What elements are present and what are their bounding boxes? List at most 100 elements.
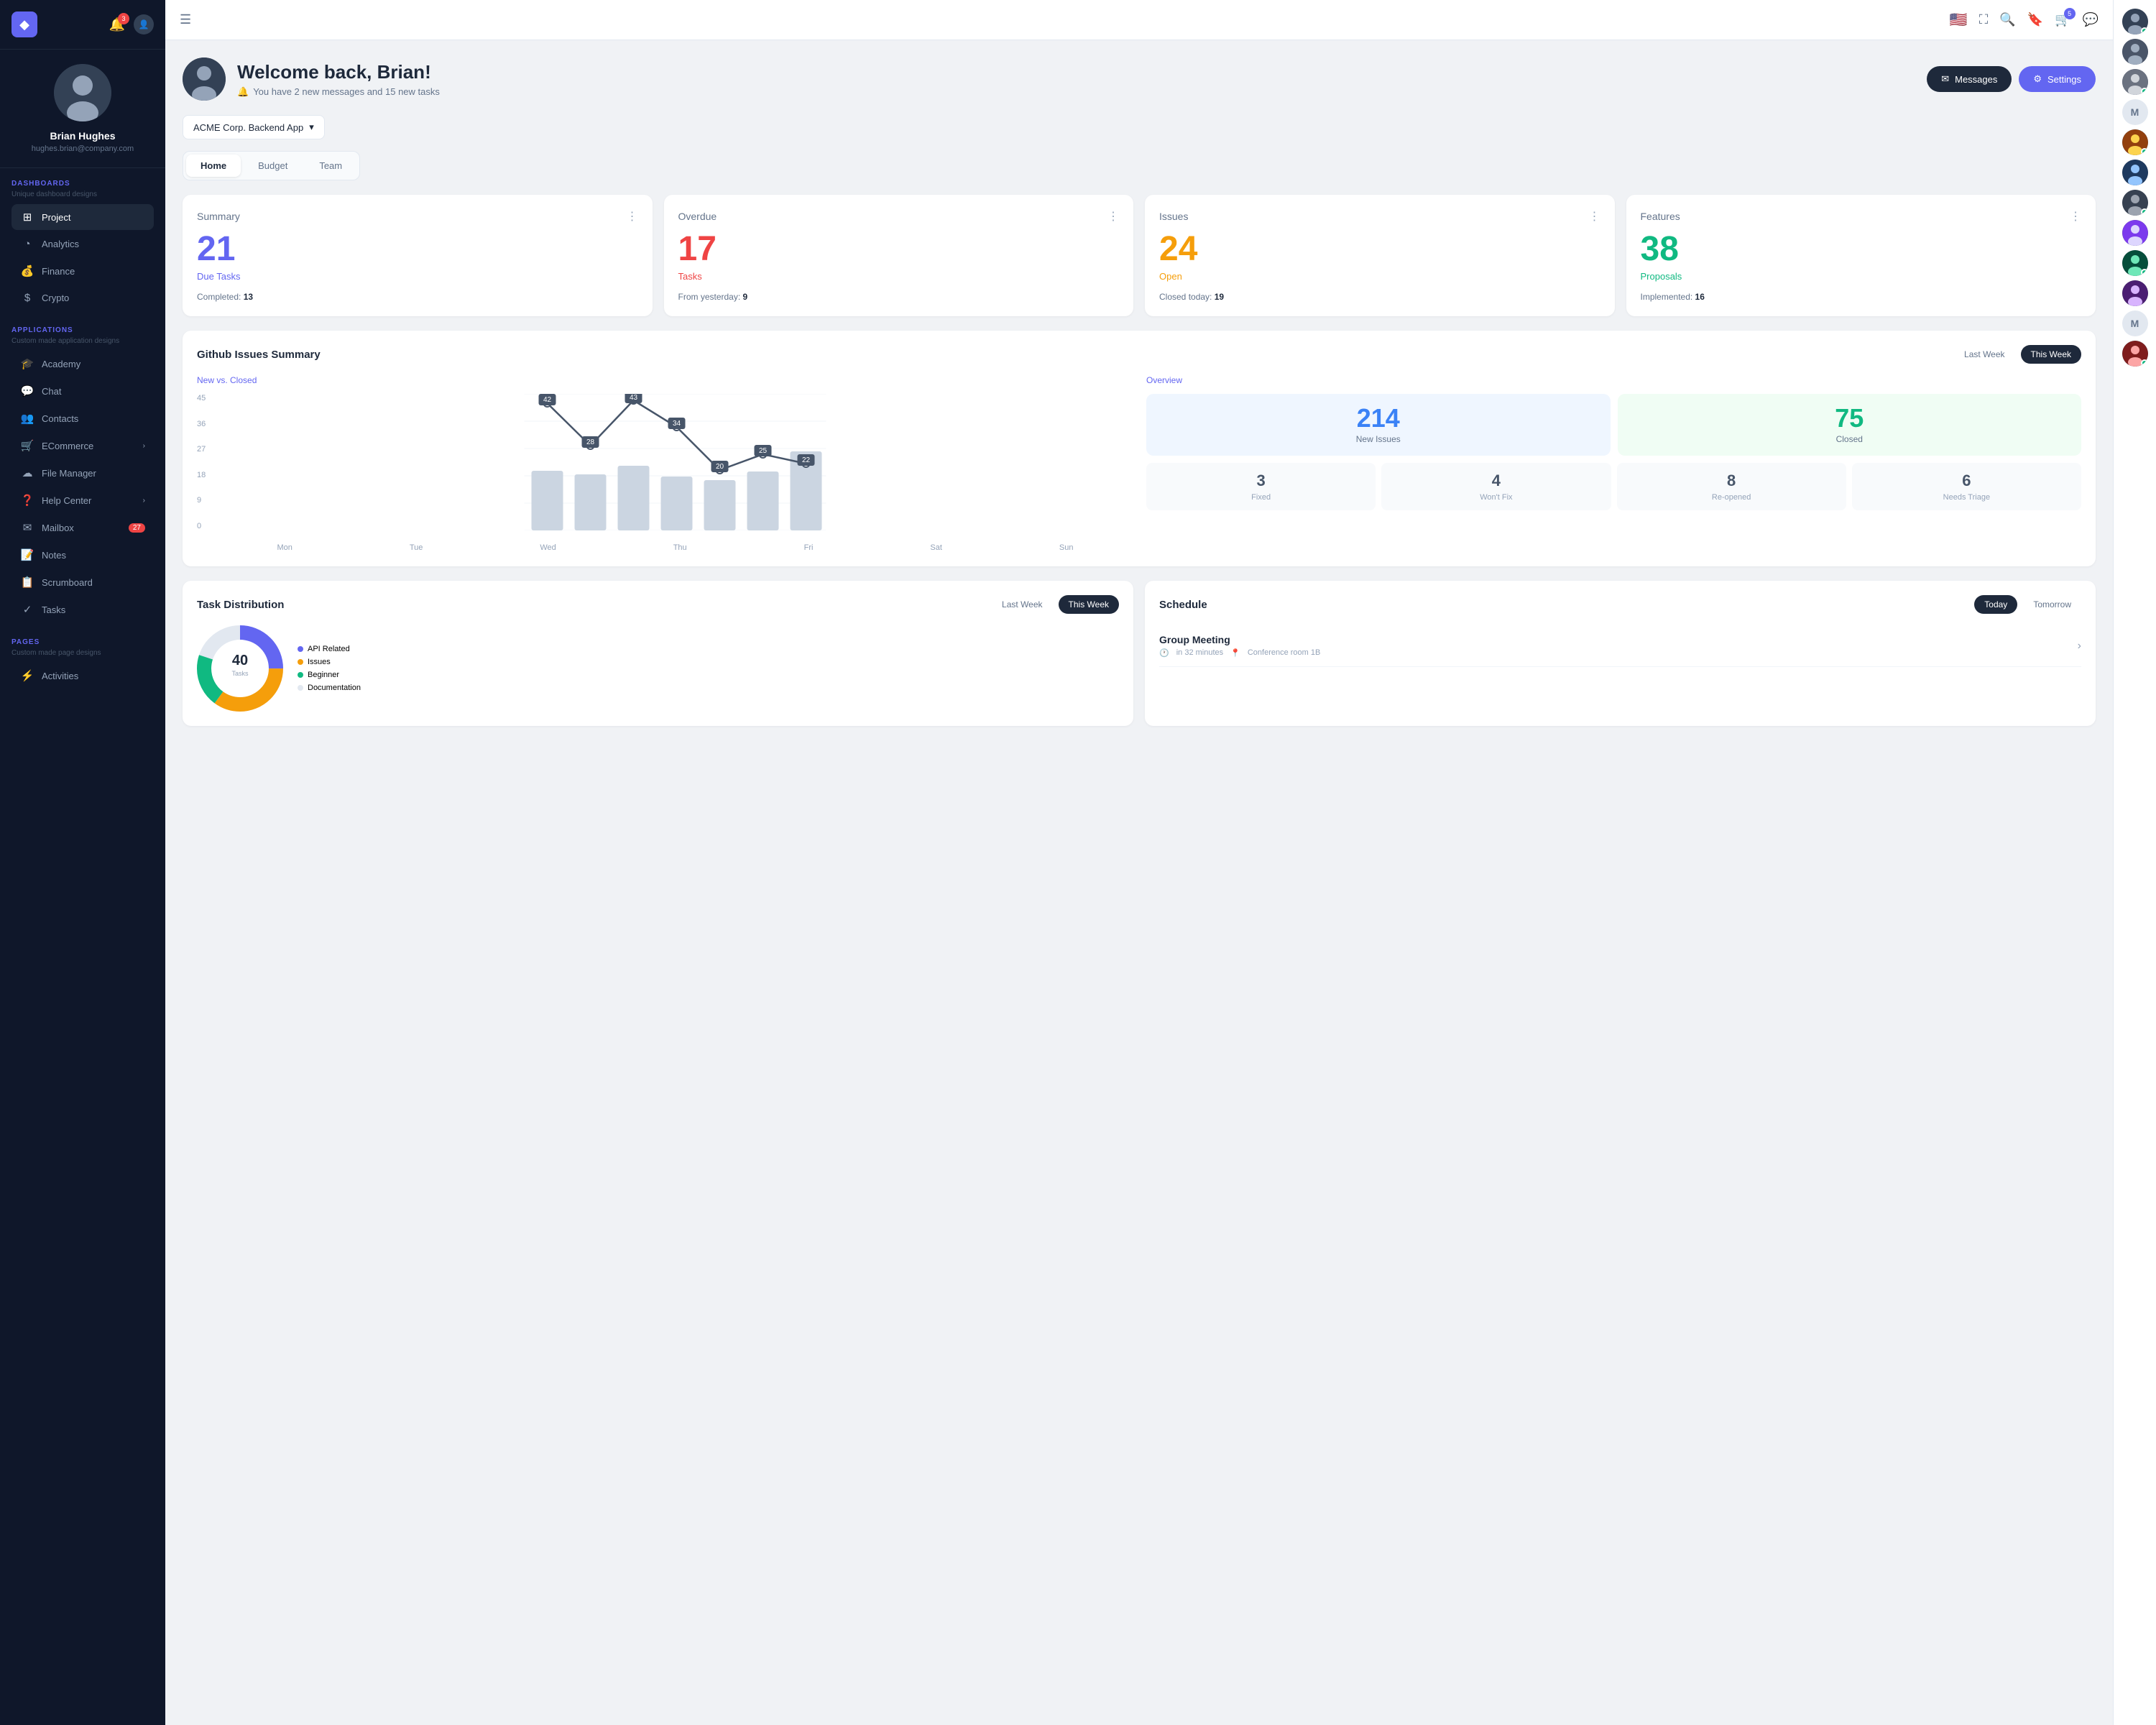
mini-card-needstriage: 6 Needs Triage (1852, 463, 2081, 510)
online-indicator-3 (2141, 88, 2148, 95)
settings-button[interactable]: ⚙ Settings (2019, 66, 2096, 92)
right-avatar-4[interactable]: M (2122, 99, 2148, 125)
schedule-tab-tomorrow[interactable]: Tomorrow (2023, 595, 2081, 614)
sidebar-item-activities[interactable]: ⚡ Activities (11, 663, 154, 689)
sidebar-top: ◆ 🔔 3 👤 (0, 0, 165, 50)
stat-card-menu-overdue[interactable]: ⋮ (1107, 209, 1119, 224)
sidebar-item-scrumboard[interactable]: 📋 Scrumboard (11, 569, 154, 595)
sidebar-item-filemanager[interactable]: ☁ File Manager (11, 460, 154, 486)
menu-toggle-icon[interactable]: ☰ (180, 12, 191, 27)
tab-home[interactable]: Home (186, 155, 241, 177)
profile-email: hughes.brian@company.com (11, 144, 154, 153)
closed-number: 75 (1629, 405, 2070, 431)
sidebar-item-crypto[interactable]: $ Crypto (11, 285, 154, 310)
sidebar-top-icons: 🔔 3 👤 (109, 14, 154, 34)
right-avatar-12[interactable] (2122, 341, 2148, 367)
right-avatar-8[interactable] (2122, 220, 2148, 246)
legend-item-issues: Issues (298, 658, 361, 666)
sidebar-item-mailbox[interactable]: ✉ Mailbox 27 (11, 515, 154, 540)
sidebar-item-ecommerce[interactable]: 🛒 ECommerce › (11, 433, 154, 459)
stat-card-features: Features ⋮ 38 Proposals Implemented: 16 (1626, 195, 2096, 316)
academy-icon: 🎓 (20, 357, 34, 370)
bookmark-icon[interactable]: 🔖 (2027, 12, 2043, 27)
chevron-right-icon: › (143, 442, 145, 450)
stat-number-features: 38 (1641, 232, 2082, 267)
right-avatar-3[interactable] (2122, 69, 2148, 95)
github-tab-thisweek[interactable]: This Week (2021, 345, 2081, 364)
sidebar-item-label: Help Center (42, 495, 91, 506)
right-sidebar: M M (2113, 0, 2156, 1725)
notifications-bell[interactable]: 🔔 3 (109, 17, 125, 32)
right-avatar-11[interactable]: M (2122, 310, 2148, 336)
right-avatar-9[interactable] (2122, 250, 2148, 276)
schedule-meeting-title: Group Meeting (1159, 634, 1320, 645)
wontfix-number: 4 (1390, 472, 1602, 490)
overview-new-issues: 214 New Issues (1146, 394, 1611, 456)
sidebar-item-label: Chat (42, 386, 61, 397)
project-selector[interactable]: ACME Corp. Backend App ▾ (183, 115, 325, 139)
legend-dot-api (298, 646, 303, 652)
sidebar-item-label-analytics: Analytics (42, 239, 79, 249)
stat-number-issues: 24 (1159, 232, 1600, 267)
chevron-right-icon[interactable]: › (2078, 640, 2081, 653)
y-label-0: 0 (197, 522, 206, 530)
sidebar-item-helpcenter[interactable]: ❓ Help Center › (11, 487, 154, 513)
messages-button[interactable]: ✉ Messages (1927, 66, 2012, 92)
notes-icon: 📝 (20, 548, 34, 561)
sidebar-item-analytics[interactable]: ◔ Analytics (11, 231, 154, 257)
cart-icon[interactable]: 🛒 5 (2055, 12, 2070, 27)
gear-icon: ⚙ (2033, 73, 2042, 85)
user-avatar-small[interactable]: 👤 (134, 14, 154, 34)
legend-item-beginner: Beginner (298, 671, 361, 679)
schedule-tab-today[interactable]: Today (1974, 595, 2017, 614)
section-label-pages: PAGES (11, 638, 154, 646)
envelope-icon: ✉ (1941, 73, 1949, 85)
right-avatar-6[interactable] (2122, 160, 2148, 185)
sidebar-item-finance[interactable]: 💰 Finance (11, 258, 154, 284)
search-icon[interactable]: 🔍 (1999, 12, 2015, 27)
left-sidebar: ◆ 🔔 3 👤 Brian Hughes hughes.brian@compan… (0, 0, 165, 1725)
sidebar-item-tasks[interactable]: ✓ Tasks (11, 597, 154, 622)
topbar-chat-icon[interactable]: 💬 (2083, 12, 2099, 27)
sidebar-item-contacts[interactable]: 👥 Contacts (11, 405, 154, 431)
sidebar-item-notes[interactable]: 📝 Notes (11, 542, 154, 568)
right-avatar-2[interactable] (2122, 39, 2148, 65)
svg-text:40: 40 (232, 653, 248, 668)
header-actions: ✉ Messages ⚙ Settings (1927, 66, 2096, 92)
new-issues-label: New Issues (1158, 434, 1599, 444)
language-flag[interactable]: 🇺🇸 (1950, 11, 1968, 29)
task-distribution-panel: Task Distribution Last Week This Week 40… (183, 581, 1133, 726)
right-avatar-1[interactable] (2122, 9, 2148, 34)
expand-icon[interactable]: ⛶ (1979, 12, 1989, 27)
stat-label-issues: Open (1159, 271, 1600, 282)
task-dist-title: Task Distribution (197, 599, 284, 611)
bar-mon (532, 471, 563, 530)
legend-label-docs: Documentation (308, 684, 361, 692)
app-logo[interactable]: ◆ (11, 12, 37, 37)
stat-sub-overdue: From yesterday: 9 (678, 292, 1120, 302)
location-icon: 📍 (1230, 648, 1240, 658)
page-tabs: Home Budget Team (183, 151, 360, 180)
stat-card-menu-issues[interactable]: ⋮ (1589, 209, 1600, 224)
sidebar-item-chat[interactable]: 💬 Chat (11, 378, 154, 404)
right-avatar-7[interactable] (2122, 190, 2148, 216)
tab-team[interactable]: Team (305, 155, 356, 177)
finance-icon: 💰 (20, 264, 34, 277)
stat-card-menu-summary[interactable]: ⋮ (627, 209, 638, 224)
stat-label-summary: Due Tasks (197, 271, 638, 282)
right-avatar-10[interactable] (2122, 280, 2148, 306)
sidebar-item-label: Academy (42, 359, 80, 369)
github-tab-lastweek[interactable]: Last Week (1954, 345, 2014, 364)
sidebar-item-project[interactable]: ⊞ Project (11, 204, 154, 230)
stat-sub-summary: Completed: 13 (197, 292, 638, 302)
x-label-thu: Thu (673, 543, 687, 552)
stat-card-overdue: Overdue ⋮ 17 Tasks From yesterday: 9 (664, 195, 1134, 316)
stat-card-menu-features[interactable]: ⋮ (2070, 209, 2081, 224)
sidebar-item-label: Tasks (42, 604, 65, 615)
right-avatar-5[interactable] (2122, 129, 2148, 155)
task-dist-tab-lastweek[interactable]: Last Week (992, 595, 1052, 614)
task-dist-tab-thisweek[interactable]: This Week (1059, 595, 1119, 614)
dot-label-fri: 20 (716, 463, 724, 471)
sidebar-item-academy[interactable]: 🎓 Academy (11, 351, 154, 377)
tab-budget[interactable]: Budget (244, 155, 302, 177)
